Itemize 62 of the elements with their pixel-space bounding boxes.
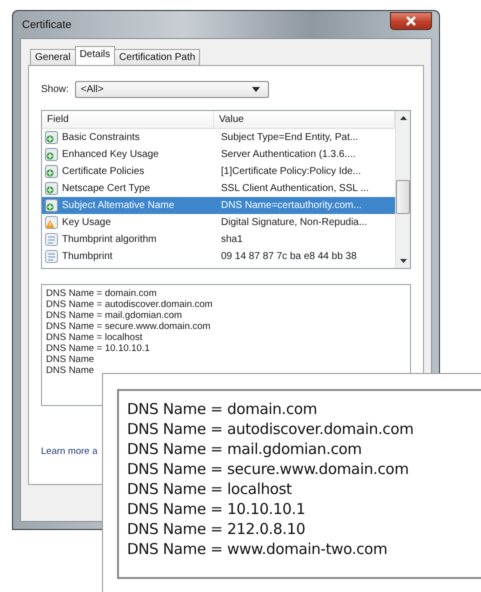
field-value: Subject Type=End Entity, Pat...	[220, 132, 360, 143]
text-line: DNS Name = localhost	[127, 479, 293, 499]
field-name: Subject Alternative Name	[62, 200, 174, 211]
text-line: DNS Name = 212.0.8.10	[127, 519, 306, 539]
field-name: Basic Constraints	[62, 132, 140, 143]
field-name: Key Usage	[62, 217, 111, 228]
scroll-up-icon	[400, 116, 406, 120]
close-icon	[405, 16, 417, 26]
warning-icon	[45, 216, 58, 229]
text-line: DNS Name = mail.gdomian.com	[46, 310, 183, 321]
column-header[interactable]: Field	[42, 111, 214, 128]
scrollbar[interactable]	[395, 111, 410, 268]
field-value: Server Authentication (1.3.6....	[220, 149, 357, 160]
text-line: DNS Name = autodiscover.domain.com	[127, 419, 415, 439]
learn-more-link[interactable]: Learn more a	[41, 446, 98, 457]
list-row[interactable]: Enhanced Key Usage Server Authentication (1.3.6....	[42, 146, 395, 163]
field-value: [1]Certificate Policy:Policy Ide...	[220, 166, 362, 177]
text-line: DNS Name = 10.10.10.1	[46, 343, 151, 354]
certificate-extension-icon	[45, 182, 58, 195]
text-line: DNS Name	[46, 365, 96, 376]
document-icon	[45, 250, 58, 263]
field-name: Thumbprint	[62, 251, 113, 262]
field-value: SSL Client Authentication, SSL ...	[220, 183, 370, 194]
text-line: DNS Name	[46, 354, 96, 365]
field-value: DNS Name=certauthority.com...	[220, 200, 363, 211]
field-name: Certificate Policies	[62, 166, 144, 177]
list-row[interactable]: Thumbprint algorithm sha1	[42, 231, 395, 248]
list-row[interactable]: Subject Alternative Name DNS Name=certauthority.com...	[42, 197, 395, 214]
field-name: Enhanced Key Usage	[62, 149, 159, 160]
text-line: DNS Name = localhost	[46, 332, 144, 343]
text-line: DNS Name = 10.10.10.1	[127, 499, 306, 519]
scroll-down-icon	[400, 259, 406, 263]
field-name: Thumbprint algorithm	[62, 234, 156, 245]
certificate-extension-icon	[45, 165, 58, 178]
certificate-extension-icon	[45, 131, 58, 144]
list-row[interactable]: Basic Constraints Subject Type=End Entity, Pat...	[42, 129, 395, 146]
text-line: DNS Name = domain.com	[46, 288, 158, 299]
scrollbar-thumb[interactable]	[396, 180, 410, 214]
text-line: DNS Name = secure.www.domain.com	[46, 321, 212, 332]
window-title: Certificate	[21, 18, 72, 30]
field-name: Netscape Cert Type	[62, 183, 150, 194]
text-line: DNS Name = secure.www.domain.com	[127, 459, 410, 479]
tab[interactable]: Certification Path	[114, 49, 200, 65]
document-icon	[45, 233, 58, 246]
text-line: DNS Name = mail.gdomian.com	[127, 439, 363, 459]
show-dropdown[interactable]: <All>	[74, 80, 269, 98]
list-row[interactable]: Netscape Cert Type SSL Client Authentication, SSL ...	[42, 180, 395, 197]
field-value: 09 14 87 87 7c ba e8 44 bb 38	[220, 251, 358, 262]
tab[interactable]: Details	[74, 46, 116, 65]
certificate-extension-icon	[45, 148, 58, 161]
field-value: sha1	[220, 234, 244, 245]
list-row[interactable]: Thumbprint 09 14 87 87 7c ba e8 44 bb 38	[42, 248, 395, 265]
certificate-extension-icon	[45, 199, 58, 212]
list-row[interactable]: Key Usage Digital Signature, Non-Repudia...	[42, 214, 395, 231]
text-line: DNS Name = autodiscover.domain.com	[46, 299, 214, 310]
text-line: DNS Name = www.domain-two.com	[127, 539, 388, 559]
show-label: Show:	[41, 84, 69, 94]
list-row[interactable]: Certificate Policies [1]Certificate Policy:Policy Ide...	[42, 163, 395, 180]
field-value: Digital Signature, Non-Repudia...	[220, 217, 368, 228]
dropdown-arrow-icon	[252, 86, 260, 92]
tab[interactable]: General	[30, 49, 76, 65]
close-button[interactable]	[390, 12, 432, 30]
